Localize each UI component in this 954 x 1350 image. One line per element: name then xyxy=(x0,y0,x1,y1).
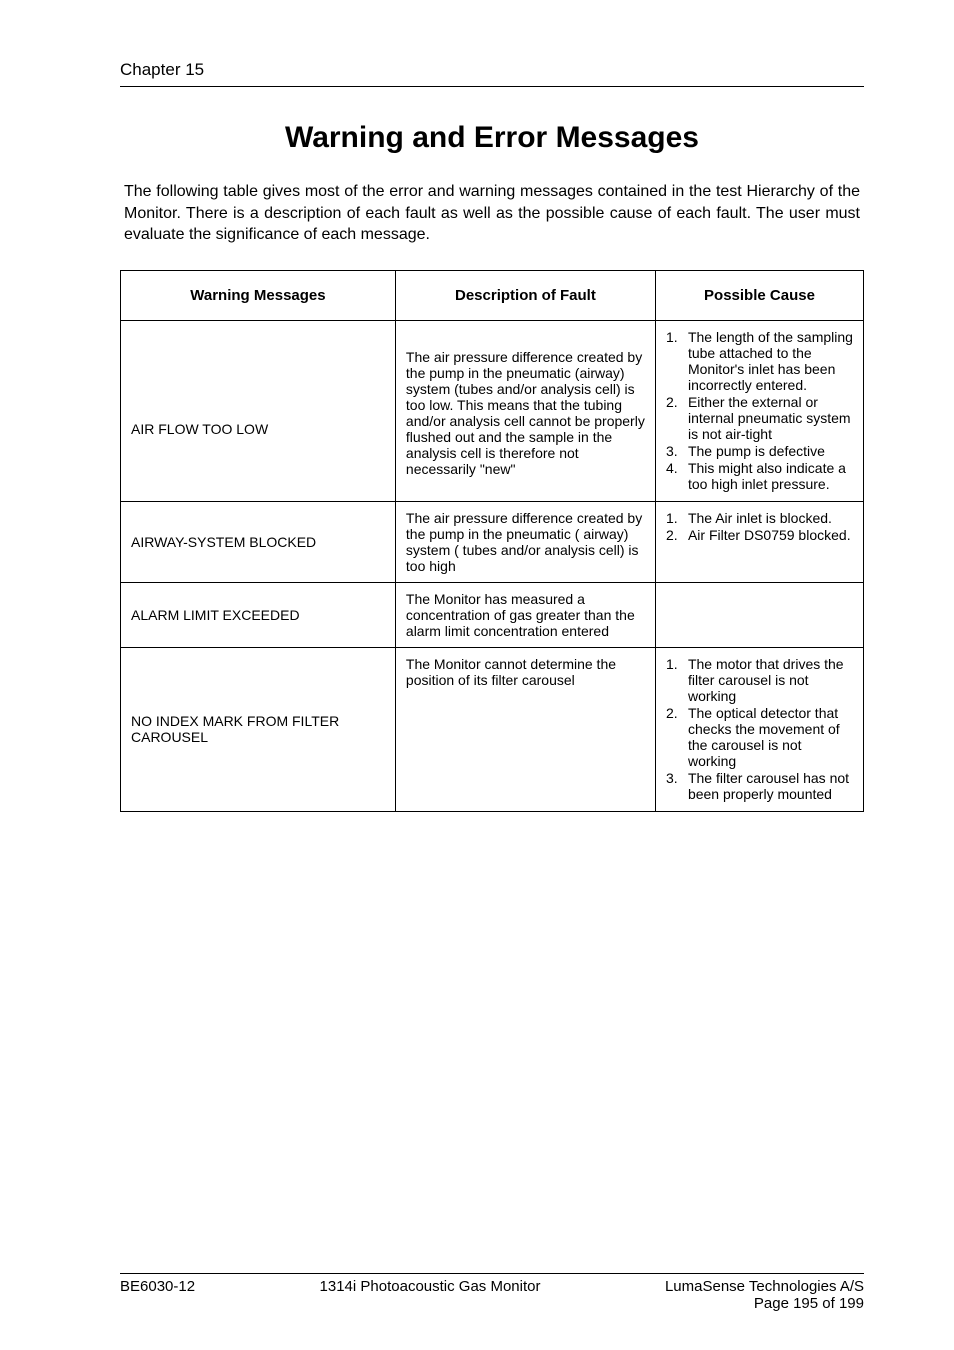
footer-right-company: LumaSense Technologies A/S xyxy=(665,1278,864,1295)
table-row: NO INDEX MARK FROM FILTER CAROUSELThe Mo… xyxy=(121,647,864,811)
table-row: AIR FLOW TOO LOWThe air pressure differe… xyxy=(121,320,864,501)
cause-item: 1.The Air inlet is blocked. xyxy=(666,510,853,526)
header-rule xyxy=(120,86,864,87)
col-header-cause: Possible Cause xyxy=(655,270,863,320)
footer-center: 1314i Photoacoustic Gas Monitor xyxy=(320,1278,541,1312)
footer-left: BE6030-12 xyxy=(120,1278,195,1312)
warning-message-cell: AIR FLOW TOO LOW xyxy=(121,320,396,501)
description-cell: The air pressure difference created by t… xyxy=(395,320,655,501)
messages-table: Warning Messages Description of Fault Po… xyxy=(120,270,864,812)
cause-text: The filter carousel has not been properl… xyxy=(688,770,853,802)
col-header-warning: Warning Messages xyxy=(121,270,396,320)
cause-cell: 1.The motor that drives the filter carou… xyxy=(655,647,863,811)
cause-number: 2. xyxy=(666,705,688,721)
cause-text: The length of the sampling tube attached… xyxy=(688,329,853,393)
cause-text: The Air inlet is blocked. xyxy=(688,510,853,526)
cause-cell: 1.The Air inlet is blocked.2.Air Filter … xyxy=(655,501,863,582)
cause-cell: 1.The length of the sampling tube attach… xyxy=(655,320,863,501)
cause-number: 2. xyxy=(666,527,688,543)
cause-item: 1.The motor that drives the filter carou… xyxy=(666,656,853,704)
cause-item: 4.This might also indicate a too high in… xyxy=(666,460,853,492)
cause-item: 1.The length of the sampling tube attach… xyxy=(666,329,853,393)
chapter-label: Chapter 15 xyxy=(120,60,864,80)
cause-item: 2.Either the external or internal pneuma… xyxy=(666,394,853,442)
page-title: Warning and Error Messages xyxy=(120,121,864,155)
page-footer: BE6030-12 1314i Photoacoustic Gas Monito… xyxy=(120,1273,864,1312)
cause-item: 3.The filter carousel has not been prope… xyxy=(666,770,853,802)
cause-number: 1. xyxy=(666,510,688,526)
cause-number: 3. xyxy=(666,443,688,459)
intro-paragraph: The following table gives most of the er… xyxy=(124,181,860,246)
table-row: ALARM LIMIT EXCEEDEDThe Monitor has meas… xyxy=(121,582,864,647)
cause-item: 2.The optical detector that checks the m… xyxy=(666,705,853,769)
cause-text: The pump is defective xyxy=(688,443,853,459)
description-cell: The Monitor has measured a concentration… xyxy=(395,582,655,647)
description-cell: The Monitor cannot determine the positio… xyxy=(395,647,655,811)
cause-number: 1. xyxy=(666,656,688,672)
cause-item: 3.The pump is defective xyxy=(666,443,853,459)
warning-message-cell: NO INDEX MARK FROM FILTER CAROUSEL xyxy=(121,647,396,811)
cause-text: The motor that drives the filter carouse… xyxy=(688,656,853,704)
warning-message-cell: AIRWAY-SYSTEM BLOCKED xyxy=(121,501,396,582)
cause-item: 2.Air Filter DS0759 blocked. xyxy=(666,527,853,543)
footer-rule xyxy=(120,1273,864,1274)
warning-message-cell: ALARM LIMIT EXCEEDED xyxy=(121,582,396,647)
cause-number: 4. xyxy=(666,460,688,476)
cause-number: 3. xyxy=(666,770,688,786)
table-row: AIRWAY-SYSTEM BLOCKEDThe air pressure di… xyxy=(121,501,864,582)
cause-number: 2. xyxy=(666,394,688,410)
cause-text: Either the external or internal pneumati… xyxy=(688,394,853,442)
cause-cell xyxy=(655,582,863,647)
cause-number: 1. xyxy=(666,329,688,345)
description-cell: The air pressure difference created by t… xyxy=(395,501,655,582)
footer-page-number: Page 195 of 199 xyxy=(754,1295,864,1312)
cause-text: The optical detector that checks the mov… xyxy=(688,705,853,769)
col-header-description: Description of Fault xyxy=(395,270,655,320)
cause-text: Air Filter DS0759 blocked. xyxy=(688,527,853,543)
cause-text: This might also indicate a too high inle… xyxy=(688,460,853,492)
